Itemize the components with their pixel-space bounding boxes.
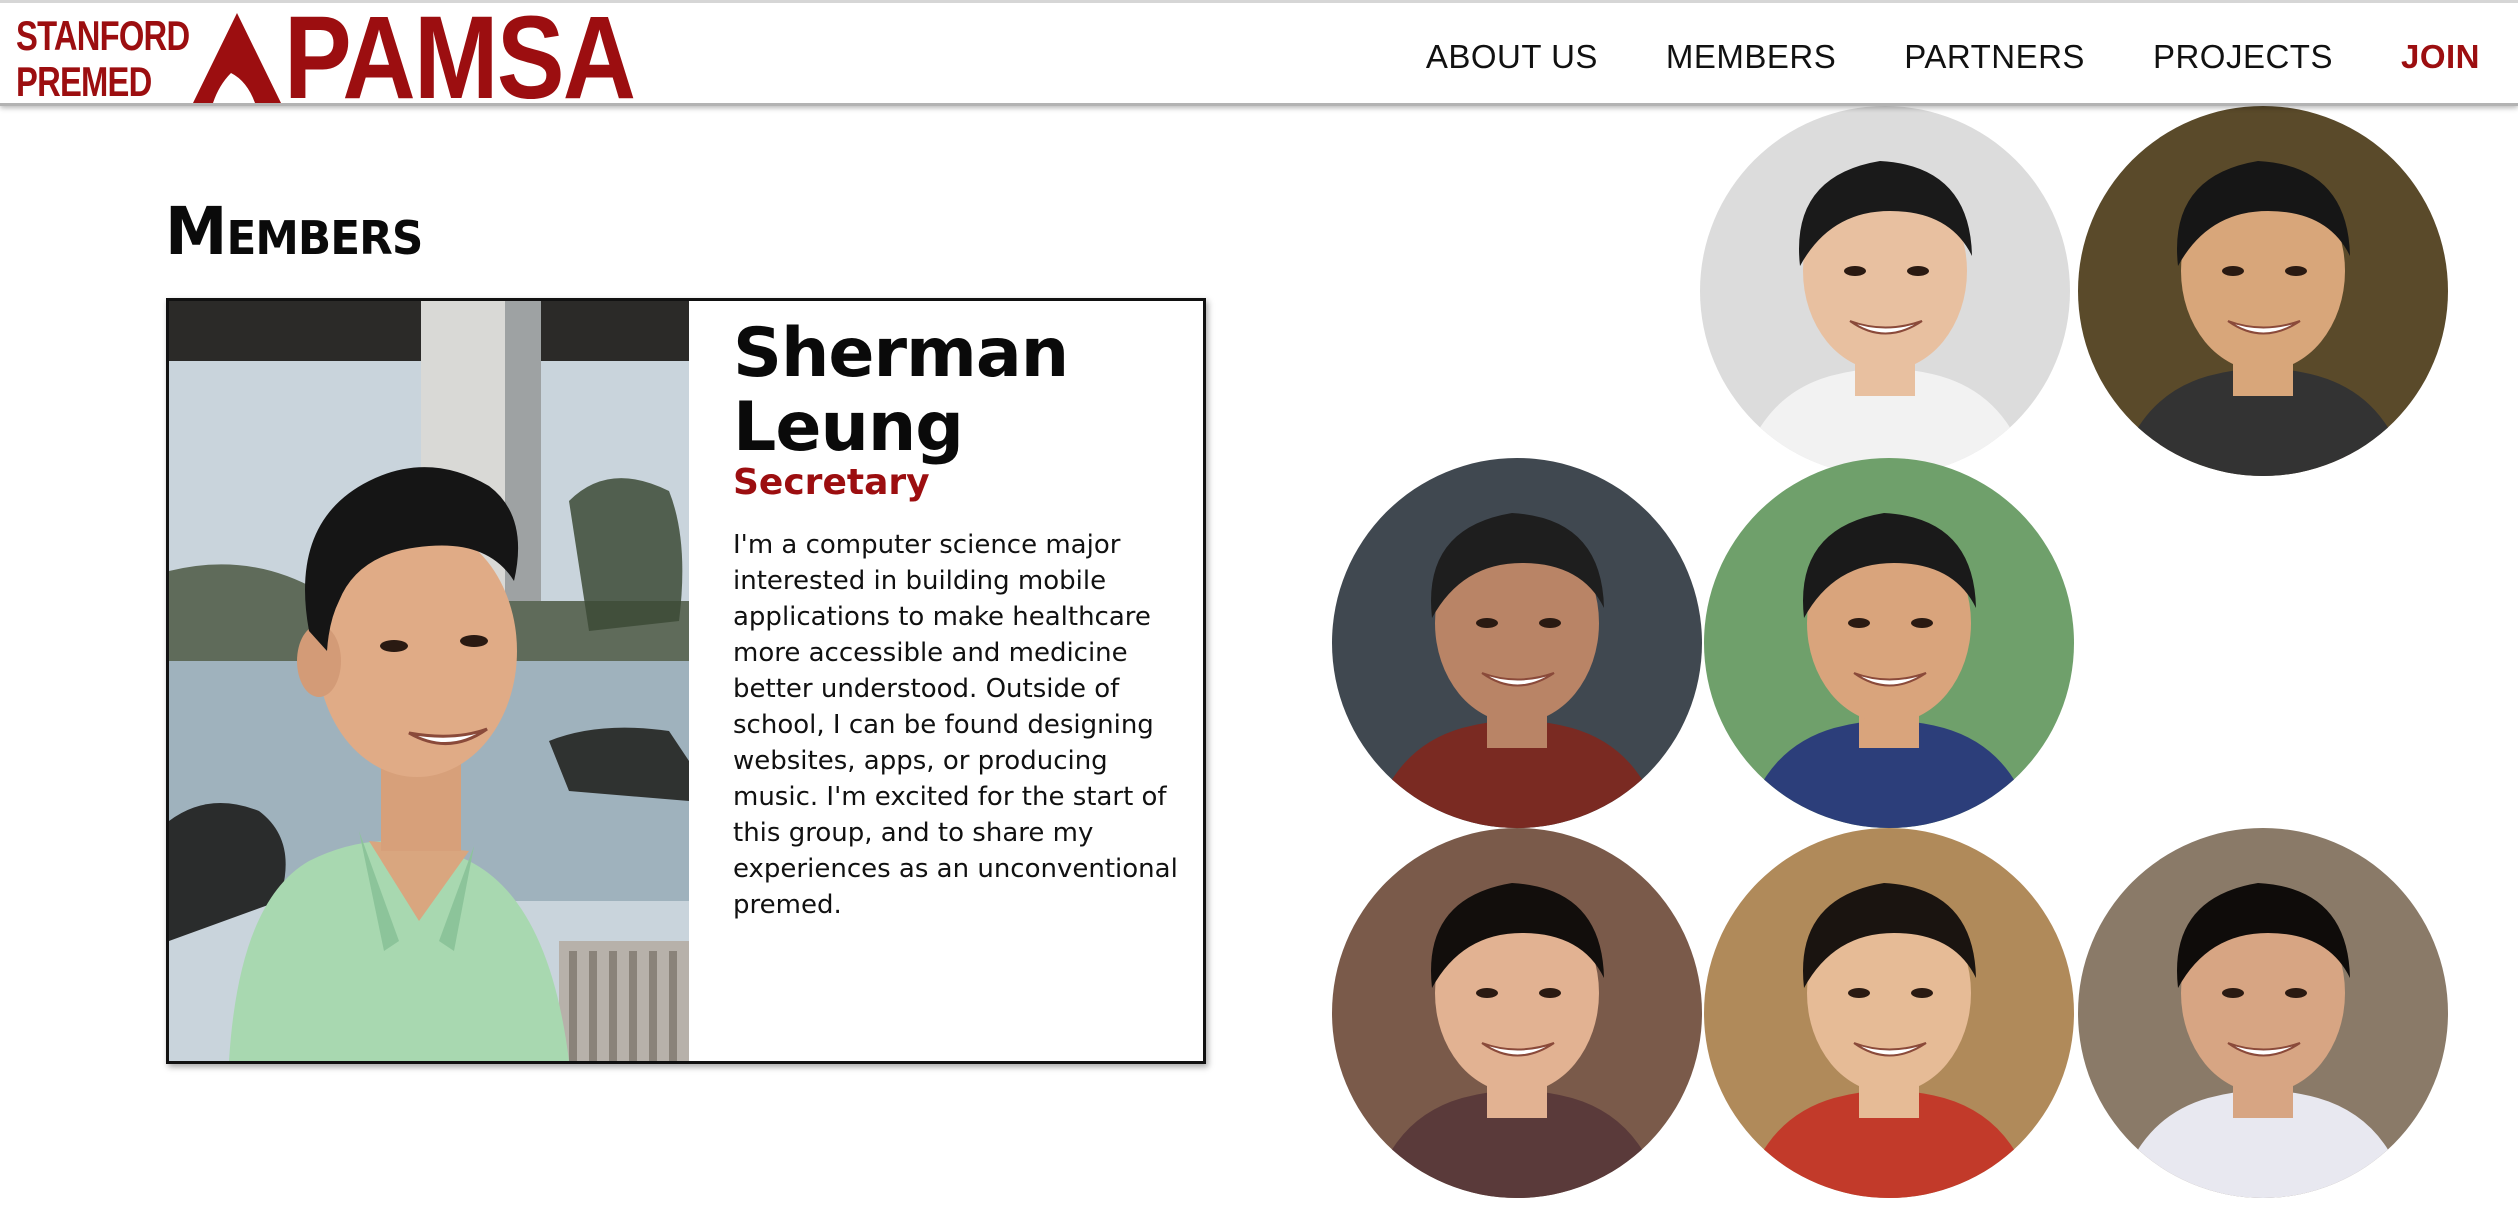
- nav-join[interactable]: JOIN: [2367, 37, 2480, 77]
- member-avatar-7[interactable]: [2078, 828, 2448, 1198]
- member-photo: [169, 301, 689, 1061]
- nav-projects[interactable]: PROJECTS: [2119, 37, 2367, 77]
- member-avatar-1[interactable]: [1700, 106, 2070, 476]
- logo-pamsa[interactable]: PAMSA: [284, 0, 636, 117]
- site-header: STANFORD PREMED PAMSA ABOUT US MEMBERS P…: [0, 0, 2518, 117]
- member-bio: I'm a computer science major interested …: [733, 530, 1178, 920]
- member-avatar-4[interactable]: [1704, 458, 2074, 828]
- member-role: Secretary: [733, 462, 930, 503]
- nav-about-us[interactable]: ABOUT US: [1392, 37, 1632, 77]
- member-avatar-3[interactable]: [1332, 458, 1702, 828]
- nav-members[interactable]: MEMBERS: [1632, 37, 1870, 77]
- logo-stanford-premed[interactable]: STANFORD PREMED: [16, 12, 190, 107]
- page-title: Members: [165, 193, 423, 270]
- member-avatar-2[interactable]: [2078, 106, 2448, 476]
- member-card-body: Sherman Leung Secretary I'm a computer s…: [733, 317, 1193, 949]
- member-avatar-5[interactable]: [1332, 828, 1702, 1198]
- member-avatar-6[interactable]: [1704, 828, 2074, 1198]
- nav-partners[interactable]: PARTNERS: [1870, 37, 2119, 77]
- page: STANFORD PREMED PAMSA ABOUT US MEMBERS P…: [0, 0, 2518, 1218]
- member-card: Sherman Leung Secretary I'm a computer s…: [166, 298, 1206, 1064]
- main-nav: ABOUT US MEMBERS PARTNERS PROJECTS JOIN: [1392, 37, 2480, 77]
- member-name: Sherman Leung: [733, 314, 1069, 467]
- logo-line-top: STANFORD: [16, 12, 190, 59]
- logo-line-bottom: PREMED: [16, 58, 152, 105]
- logo-mountain-icon: [193, 13, 281, 103]
